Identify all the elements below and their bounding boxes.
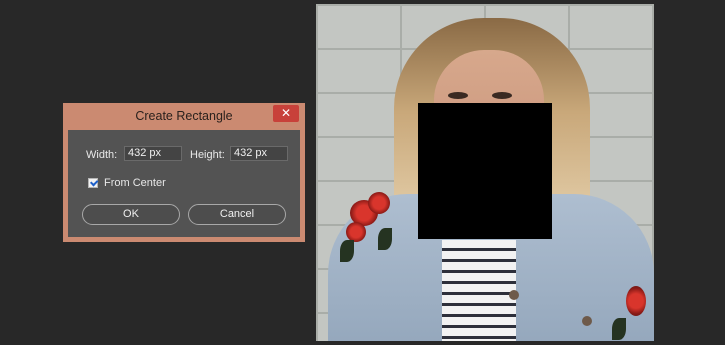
photo-leaf-embroidery bbox=[612, 318, 626, 340]
close-button[interactable]: ✕ bbox=[273, 105, 299, 122]
width-label: Width: bbox=[86, 149, 118, 161]
photo-rose-embroidery bbox=[626, 286, 646, 316]
close-icon: ✕ bbox=[280, 106, 292, 120]
create-rectangle-dialog: Create Rectangle ✕ Width: 432 px Height:… bbox=[63, 103, 305, 242]
photo-rose-embroidery bbox=[368, 192, 390, 214]
photo-jacket-button bbox=[582, 316, 592, 326]
from-center-label[interactable]: From Center bbox=[104, 176, 166, 190]
photo-leaf-embroidery bbox=[378, 228, 392, 250]
width-input[interactable]: 432 px bbox=[124, 146, 182, 161]
photo-jacket-button bbox=[509, 290, 519, 300]
photo-leaf-embroidery bbox=[340, 240, 354, 262]
photo-rose-embroidery bbox=[346, 222, 366, 242]
from-center-checkbox[interactable] bbox=[88, 178, 98, 188]
document-canvas[interactable] bbox=[316, 4, 654, 341]
dialog-body: Width: 432 px Height: 432 px From Center… bbox=[68, 130, 300, 237]
height-label: Height: bbox=[190, 149, 225, 161]
photo-striped-shirt bbox=[442, 240, 516, 341]
photo-eye-right bbox=[492, 92, 512, 99]
dialog-title[interactable]: Create Rectangle bbox=[63, 103, 305, 129]
created-rectangle-shape[interactable] bbox=[418, 103, 552, 239]
ok-button[interactable]: OK bbox=[82, 204, 180, 225]
photo-eye-left bbox=[448, 92, 468, 99]
cancel-button[interactable]: Cancel bbox=[188, 204, 286, 225]
height-input[interactable]: 432 px bbox=[230, 146, 288, 161]
